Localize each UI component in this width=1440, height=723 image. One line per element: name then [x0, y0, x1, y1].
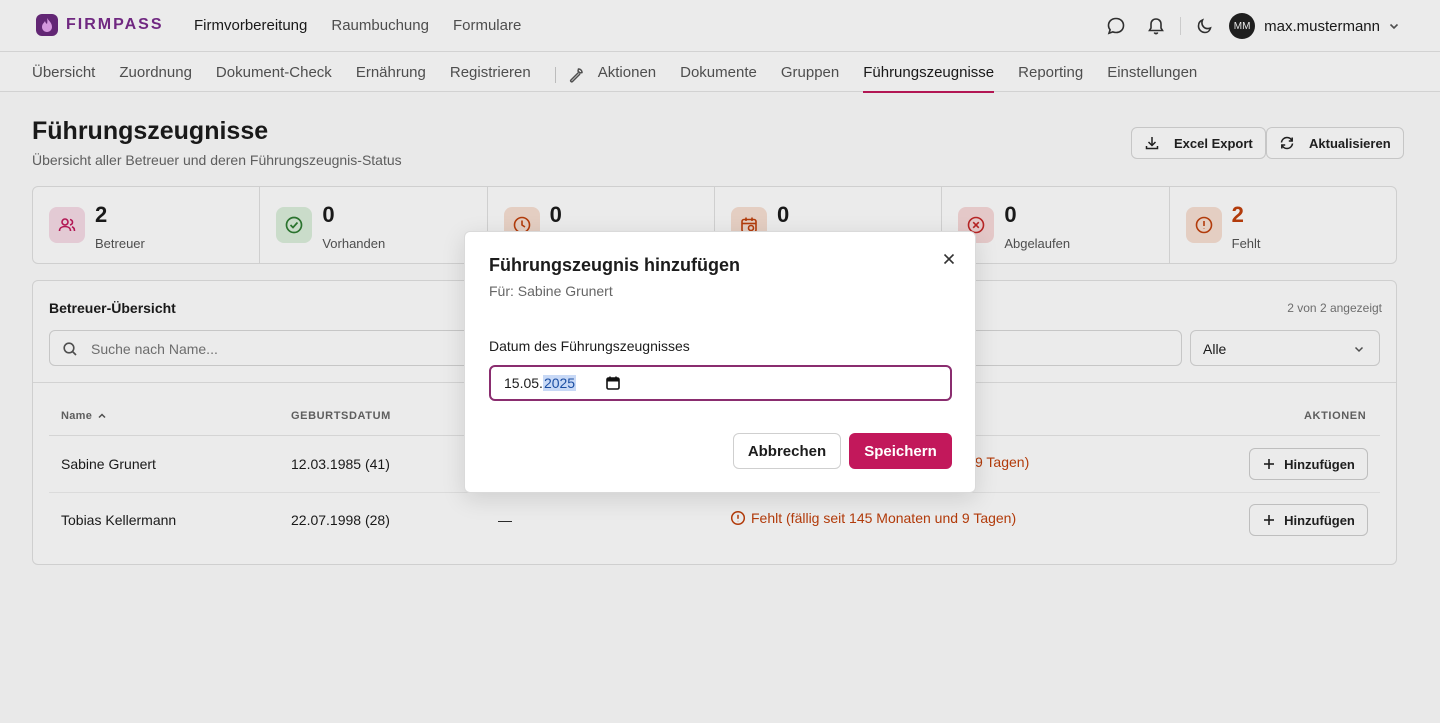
- date-field-label: Datum des Führungszeugnisses: [489, 338, 690, 354]
- date-value: 15.05. 2025: [504, 375, 577, 391]
- add-certificate-dialog: Führungszeugnis hinzufügen Für: Sabine G…: [464, 231, 976, 493]
- date-year-selected: 2025: [542, 375, 577, 391]
- cancel-button[interactable]: Abbrechen: [733, 433, 841, 469]
- save-button[interactable]: Speichern: [849, 433, 952, 469]
- dialog-title: Führungszeugnis hinzufügen: [489, 255, 740, 275]
- certificate-date-input[interactable]: 15.05. 2025: [489, 365, 952, 401]
- date-day-month: 15.05.: [504, 375, 543, 391]
- dialog-subtitle: Für: Sabine Grunert: [489, 283, 613, 299]
- calendar-icon[interactable]: [606, 376, 620, 390]
- close-icon[interactable]: [939, 249, 959, 269]
